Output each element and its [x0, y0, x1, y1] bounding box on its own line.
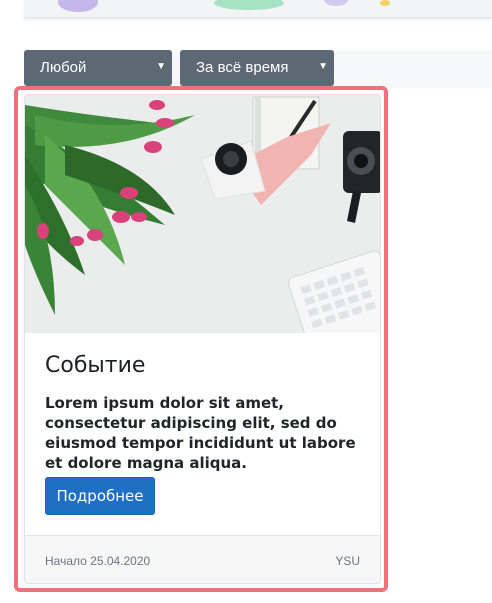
event-title: Событие — [45, 353, 146, 378]
card-footer: Начало 25.04.2020 YSU — [25, 535, 380, 583]
period-filter-select[interactable]: За всё время ▼ — [180, 50, 334, 86]
banner-decoration-lavender — [324, 0, 348, 6]
caret-down-icon: ▼ — [318, 61, 328, 72]
banner-decoration-green — [214, 0, 284, 10]
type-filter-select[interactable]: Любой ▼ — [24, 50, 172, 86]
event-card: Событие Lorem ipsum dolor sit amet, cons… — [24, 94, 381, 584]
event-description: Lorem ipsum dolor sit amet, consectetur … — [45, 394, 356, 472]
event-start-date: Начало 25.04.2020 — [45, 554, 151, 568]
top-banner — [24, 0, 492, 18]
banner-decoration-purple — [58, 0, 98, 12]
banner-decoration-yellow — [380, 0, 390, 6]
event-organizer: YSU — [335, 554, 360, 568]
period-filter-value: За всё время — [196, 59, 289, 76]
caret-down-icon: ▼ — [156, 61, 166, 72]
event-image — [25, 95, 380, 333]
type-filter-value: Любой — [40, 59, 87, 76]
details-button[interactable]: Подробнее — [45, 477, 155, 515]
